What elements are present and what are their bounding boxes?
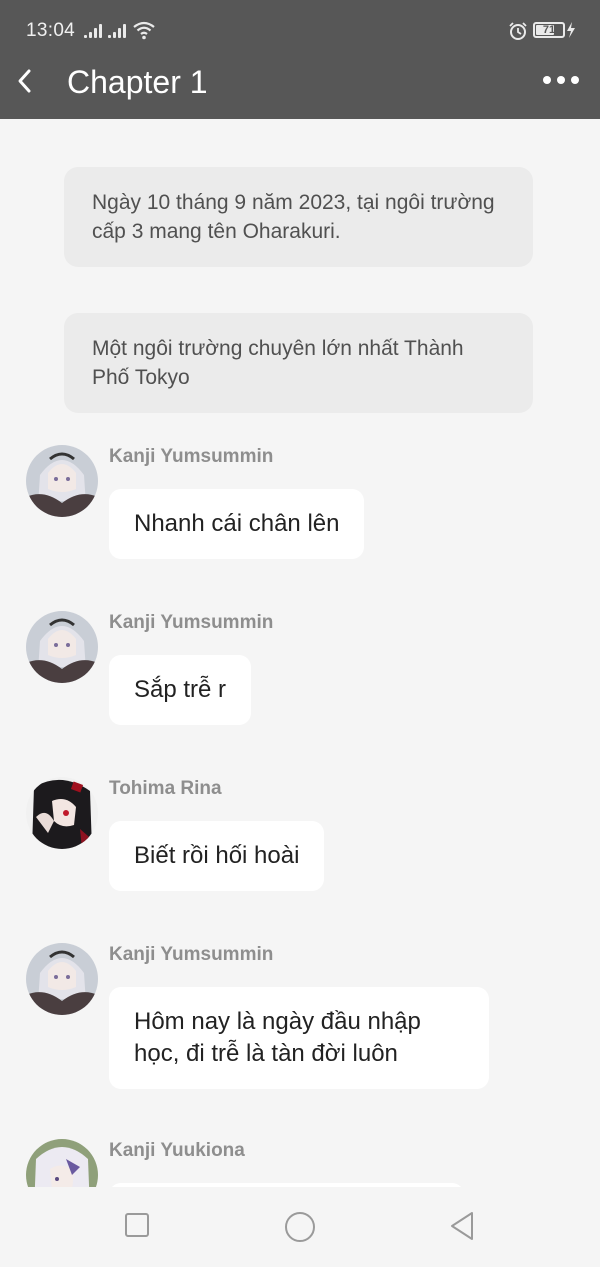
avatar[interactable] xyxy=(26,611,98,683)
sender-name: Kanji Yuukiona xyxy=(109,1140,245,1161)
narration-box: Một ngôi trường chuyên lớn nhất Thành Ph… xyxy=(64,313,533,413)
more-horizontal-icon[interactable] xyxy=(543,76,579,86)
page-title: Chapter 1 xyxy=(67,64,208,100)
status-bar: 13:04 71 xyxy=(0,0,600,60)
chat-feed[interactable]: Ngày 10 tháng 9 năm 2023, tại ngôi trườn… xyxy=(0,119,600,1187)
battery-icon: 71 xyxy=(533,22,565,38)
status-time: 13:04 xyxy=(26,20,76,41)
message-bubble: Hôm nay là ngày đầu nhập học, đi trễ là … xyxy=(109,987,489,1089)
sender-name: Kanji Yumsummin xyxy=(109,446,274,467)
system-nav-bar xyxy=(0,1187,600,1267)
avatar[interactable] xyxy=(26,1139,98,1187)
app-header: 13:04 71 Chapter 1 xyxy=(0,0,600,119)
sender-name: Tohima Rina xyxy=(109,778,222,799)
wifi-icon xyxy=(133,21,155,40)
signal-icon-2 xyxy=(108,24,130,38)
back-arrow-icon[interactable] xyxy=(14,64,38,98)
message-bubble: Nhanh cái chân lên xyxy=(109,489,365,559)
triangle-back-icon[interactable] xyxy=(448,1210,476,1242)
sender-name: Kanji Yumsummin xyxy=(109,944,274,965)
alarm-icon xyxy=(509,22,527,40)
narration-box: Ngày 10 tháng 9 năm 2023, tại ngôi trườn… xyxy=(64,167,533,267)
message-bubble: Sắp trễ r xyxy=(109,655,252,725)
avatar[interactable] xyxy=(26,777,98,849)
sender-name: Kanji Yumsummin xyxy=(109,612,274,633)
message-bubble: Biết rồi hối hoài xyxy=(109,821,325,891)
battery-percent: 71 xyxy=(542,24,556,36)
circle-icon[interactable] xyxy=(284,1211,316,1243)
avatar[interactable] xyxy=(26,943,98,1015)
avatar[interactable] xyxy=(26,445,98,517)
charging-icon xyxy=(567,22,575,38)
square-icon[interactable] xyxy=(124,1212,150,1238)
signal-icon xyxy=(84,24,106,38)
